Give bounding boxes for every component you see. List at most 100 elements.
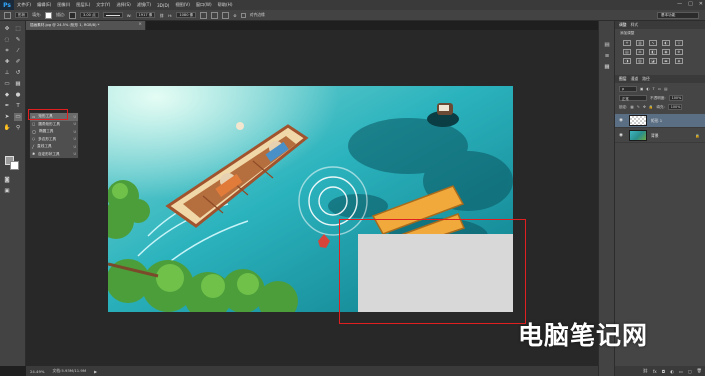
hand-tool-icon[interactable]: ✋ [3,124,11,132]
type-tool-icon[interactable]: T [14,102,22,110]
new-layer-icon[interactable]: ▢ [688,369,692,374]
screen-mode-icon[interactable]: ▣ [3,187,11,195]
lasso-tool-icon[interactable]: ◌ [3,36,11,44]
vibrance-icon[interactable]: ▽ [675,40,683,46]
opacity-field[interactable]: 100% [668,95,683,101]
history-panel-icon[interactable]: ▤ [603,41,611,49]
lock-transparent-icon[interactable]: ▦ [630,105,633,109]
clone-stamp-tool-icon[interactable]: ⊥ [3,69,11,77]
path-operations-icon[interactable] [200,11,208,19]
path-alignment-icon[interactable] [211,11,219,19]
filter-type-icon[interactable]: T [653,87,655,91]
workspace-select[interactable]: 基本功能 [657,12,699,19]
flyout-rounded-rectangle-tool[interactable]: ▢ 圆角矩形工具 U [30,121,78,129]
fill-swatch[interactable] [45,11,53,19]
healing-brush-tool-icon[interactable]: ✚ [3,58,11,66]
menu-view[interactable]: 视图(V) [172,2,193,8]
color-balance-icon[interactable]: ⚖ [636,49,644,55]
menu-edit[interactable]: 编辑(E) [34,2,54,8]
levels-icon[interactable]: ▥ [636,40,644,46]
height-field[interactable]: 1080 像 [176,12,197,18]
blend-mode-select[interactable]: 正常 [619,95,647,101]
marquee-tool-icon[interactable]: ⬚ [14,25,22,33]
zoom-tool-icon[interactable]: ⚲ [14,124,22,132]
hue-saturation-icon[interactable]: ▤ [623,49,631,55]
gradient-tool-icon[interactable]: ▦ [14,80,22,88]
menu-image[interactable]: 图像(I) [54,2,73,8]
quick-select-tool-icon[interactable]: ✎ [14,36,22,44]
lock-all-icon[interactable]: 🔒 [649,105,653,109]
stroke-width-field[interactable]: 3.00 点 [79,12,99,18]
tool-mode-select[interactable]: 形状 [15,12,29,18]
invert-icon[interactable]: ◑ [623,58,631,64]
selective-color-icon[interactable]: ◈ [675,58,683,64]
exposure-icon[interactable]: ◐ [662,40,670,46]
brightness-contrast-icon[interactable]: ☀ [623,40,631,46]
stroke-type-select[interactable] [102,12,123,18]
tab-paths[interactable]: 路径 [642,76,650,82]
layer-row-background[interactable]: ◉ 背景 🔒 [615,129,705,143]
filter-adjustment-icon[interactable]: ◐ [646,87,649,91]
rectangle-tool-icon[interactable]: ▭ [14,113,22,121]
menu-help[interactable]: 帮助(H) [215,2,236,8]
folder-icon[interactable]: ▭ [679,369,683,374]
filter-shape-icon[interactable]: ▭ [658,87,661,91]
layer-row-shape[interactable]: ◉ 矩形 1 [615,114,705,128]
status-arrow-icon[interactable]: ▶ [94,369,97,374]
align-edges-checkbox[interactable] [240,12,246,18]
threshold-icon[interactable]: ◪ [649,58,657,64]
tab-styles[interactable]: 样式 [631,22,639,28]
history-brush-tool-icon[interactable]: ↺ [14,69,22,77]
curves-icon[interactable]: ∿ [649,40,657,46]
eye-icon[interactable]: ◉ [619,118,625,123]
posterize-icon[interactable]: ▨ [636,58,644,64]
link-icon[interactable]: ⛓ [642,368,647,374]
close-button[interactable]: ✕ [699,1,703,7]
stroke-swatch[interactable] [68,11,76,19]
tab-layers[interactable]: 图层 [619,76,627,82]
lock-pixels-icon[interactable]: ✎ [637,105,640,109]
filter-pixel-icon[interactable]: ▣ [640,87,643,91]
gear-icon[interactable]: ⚙ [233,13,236,18]
gradient-map-icon[interactable]: ▬ [662,58,670,64]
fill-field[interactable]: 100% [667,104,682,110]
lock-position-icon[interactable]: ✥ [643,105,646,109]
photo-filter-icon[interactable]: ◉ [662,49,670,55]
eye-icon[interactable]: ◉ [619,133,625,138]
menu-select[interactable]: 选择(S) [113,2,133,8]
crop-tool-icon[interactable]: ⌗ [3,47,11,55]
blur-tool-icon[interactable]: ◆ [3,91,11,99]
channel-mixer-icon[interactable]: ⊕ [675,49,683,55]
dodge-tool-icon[interactable]: ● [14,91,22,99]
path-select-tool-icon[interactable]: ➤ [3,113,11,121]
filter-smart-icon[interactable]: ▤ [664,87,667,91]
menu-file[interactable]: 文件(F) [14,2,34,8]
zoom-level[interactable]: 24.49% [30,369,44,374]
adjustment-icon[interactable]: ◐ [670,369,674,374]
trash-icon[interactable]: 🗑 [697,368,702,374]
fx-icon[interactable]: fx [653,369,657,374]
eyedropper-tool-icon[interactable]: ⁄ [14,47,22,55]
menu-filter[interactable]: 滤镜(T) [134,2,154,8]
document-tab[interactable]: 插画素材.jpg @ 24.5% (矩形 1, RGB/8) * × [26,21,146,30]
width-field[interactable]: 1917 像 [135,12,156,18]
close-icon[interactable]: × [138,22,142,27]
minimize-button[interactable]: — [677,1,682,7]
path-arrangement-icon[interactable] [222,11,230,19]
menu-window[interactable]: 窗口(W) [193,2,215,8]
mask-icon[interactable]: ◘ [662,369,665,374]
flyout-custom-shape-tool[interactable]: ✱ 自定形状工具 U [30,151,78,159]
link-icon[interactable]: ⛓ [159,13,164,18]
pen-tool-icon[interactable]: ✒ [3,102,11,110]
layer-kind-filter[interactable]: ρ [619,86,637,92]
move-tool-icon[interactable]: ✥ [3,25,11,33]
maximize-button[interactable]: □ [688,1,693,7]
background-color-swatch[interactable] [10,161,19,170]
properties-panel-icon[interactable]: ≡ [603,52,611,60]
black-white-icon[interactable]: ◧ [649,49,657,55]
eraser-tool-icon[interactable]: ▭ [3,80,11,88]
brush-tool-icon[interactable]: ✐ [14,58,22,66]
menu-3d[interactable]: 3D(D) [154,3,172,8]
quick-mask-icon[interactable]: ◙ [3,176,11,184]
flyout-polygon-tool[interactable]: ⬡ 多边形工具 U [30,136,78,144]
